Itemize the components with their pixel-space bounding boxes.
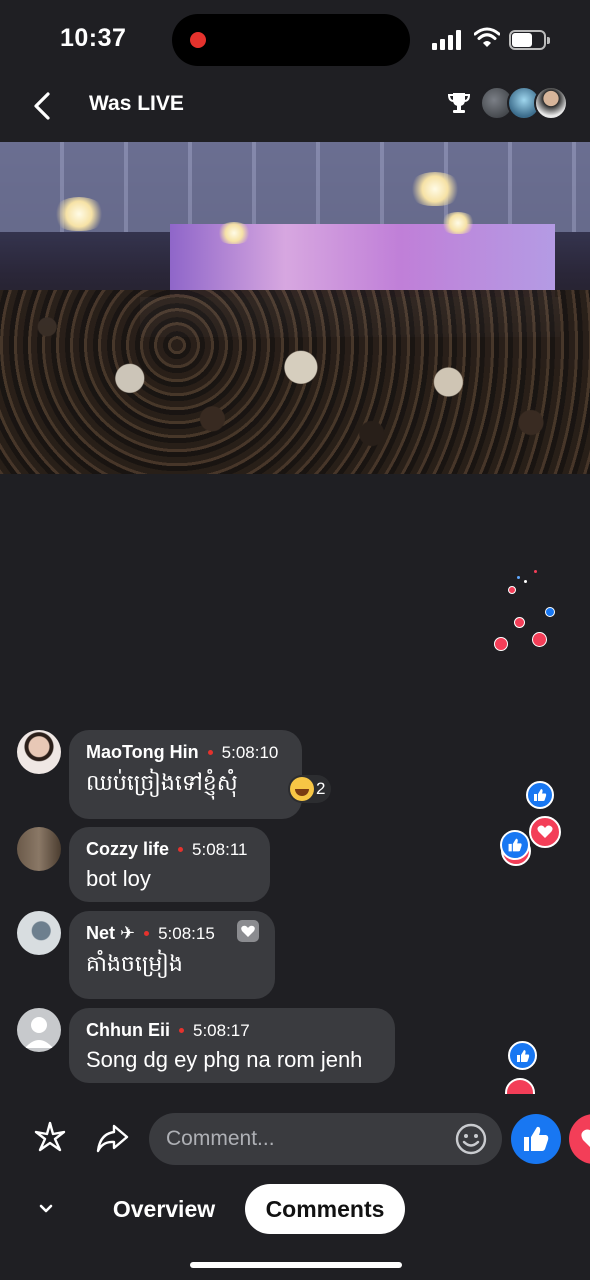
avatar[interactable] [17,911,61,955]
reaction-count: 2 [316,779,326,798]
bottom-tabs: Overview Comments [0,1180,590,1240]
floating-heart-icon [505,1078,535,1094]
comment-text: គាំងចម្រៀង [86,951,183,976]
battery-icon [509,30,551,50]
smile-icon[interactable] [454,1122,488,1156]
chandelier [440,212,476,234]
comment-text: ឈប់ច្រៀងទៅខ្ញុំសុំ [86,770,238,795]
heart-icon [581,1129,590,1147]
status-bar: 10:37 [0,0,590,80]
separator-dot [178,847,184,852]
floating-heart-icon [494,637,508,651]
floating-heart-icon [532,632,547,647]
avatar[interactable] [17,827,61,871]
trophy-icon[interactable] [446,90,472,116]
chevron-down-icon[interactable] [36,1198,56,1218]
floating-heart-icon [514,617,525,628]
reaction-particle [534,570,537,573]
wifi-icon [474,27,500,47]
comment-text: bot loy [86,866,151,891]
chevron-left-icon[interactable] [28,86,58,126]
sparkle-icon[interactable] [32,1120,68,1156]
chandelier [216,222,252,244]
dynamic-island [172,14,410,66]
comment-bubble[interactable]: Chhun Eii 5:08:17 Song dg ey phg na rom … [69,1008,395,1083]
comment-author[interactable]: Net ✈ [86,923,135,944]
floating-like-icon [526,781,554,809]
comment-composer-bar [0,1106,590,1176]
floating-like-icon [500,830,530,860]
floating-heart-icon [508,586,516,594]
status-time: 10:37 [60,24,127,52]
comment-timestamp: 5:08:11 [192,839,248,859]
comment-reaction-chip[interactable]: 2 [288,775,332,803]
floating-like-icon [545,607,555,617]
comment-timestamp: 5:08:10 [221,742,279,762]
viewer-avatar[interactable] [534,86,568,120]
avatar[interactable] [17,730,61,774]
thumbs-up-icon [524,1126,549,1151]
live-header: Was LIVE [0,80,590,140]
like-reaction-button[interactable] [511,1114,561,1164]
recording-indicator-icon [190,32,206,48]
live-video-player[interactable] [0,142,590,474]
comment-input[interactable] [149,1113,502,1165]
separator-dot [179,1028,184,1033]
comment-timestamp: 5:08:17 [193,1020,250,1040]
page-title: Was LIVE [89,92,184,115]
tab-comments[interactable]: Comments [245,1184,405,1234]
love-reaction-button[interactable] [569,1114,590,1164]
separator-dot [144,931,150,936]
audience-crowd [0,290,590,474]
comment-timestamp: 5:08:15 [158,923,215,943]
chandelier [408,172,462,206]
comment-bubble[interactable]: MaoTong Hin 5:08:10 ឈប់ច្រៀងទៅខ្ញុំសុំ [69,730,302,819]
chandelier [52,197,106,231]
share-icon[interactable] [94,1120,130,1156]
floating-heart-clip [505,1078,535,1094]
home-indicator[interactable] [190,1262,402,1268]
comment-bubble[interactable]: Cozzy life 5:08:11 bot loy [69,827,270,902]
comment-author[interactable]: MaoTong Hin [86,742,199,763]
tab-overview[interactable]: Overview [100,1184,228,1234]
separator-dot [207,750,213,755]
avatar[interactable] [17,1008,61,1052]
reaction-particle [517,576,520,579]
heart-icon[interactable] [237,920,259,942]
floating-heart-icon [529,816,561,848]
reaction-particle [524,580,527,583]
comment-text: Song dg ey phg na rom jenh [86,1047,363,1072]
cellular-signal-icon [432,30,462,50]
comment-author[interactable]: Cozzy life [86,839,169,860]
laughing-emoji-icon [290,777,314,801]
floating-like-icon [508,1041,537,1070]
comment-author[interactable]: Chhun Eii [86,1020,170,1041]
